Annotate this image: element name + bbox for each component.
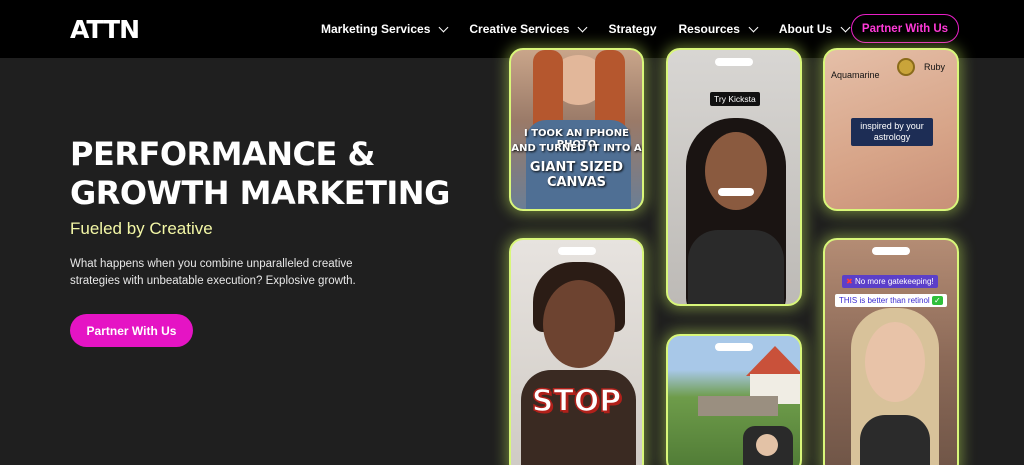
top-shape — [860, 415, 930, 465]
nav-item-label: Strategy — [608, 22, 657, 36]
hero-title: PERFORMANCE & GROWTH MARKETING — [70, 135, 500, 213]
card-label-aquamarine: Aquamarine — [831, 70, 880, 80]
chevron-down-icon — [840, 22, 851, 32]
person-image — [705, 132, 767, 210]
nav-item-label: Resources — [678, 22, 740, 36]
chevron-down-icon — [438, 22, 449, 32]
video-card-stop[interactable]: STOP — [509, 238, 644, 465]
card-tag-retinol: THIS is better than retinol ✓ — [835, 294, 947, 307]
wall-shape — [698, 396, 778, 416]
card-tag-gatekeeping-label: No more gatekeeping! — [854, 277, 934, 286]
card-tag: Try Kicksta — [710, 92, 760, 106]
hero-title-line-2: GROWTH MARKETING — [70, 174, 450, 212]
chevron-down-icon — [748, 22, 759, 32]
card-label-ruby: Ruby — [924, 62, 946, 72]
card-tag-gatekeeping: ✖ No more gatekeeping! — [842, 275, 938, 288]
chevron-down-icon — [578, 22, 588, 32]
nav-item-label: Marketing Services — [321, 22, 431, 36]
ring-icon — [897, 58, 915, 76]
person-image — [865, 322, 925, 402]
nav-item-label: Creative Services — [469, 22, 570, 36]
smile-shape — [718, 188, 754, 196]
partner-with-us-nav-button[interactable]: Partner With Us — [851, 14, 959, 43]
nav-item-strategy[interactable]: Strategy — [608, 22, 656, 36]
card-caption-stop: STOP — [531, 383, 622, 420]
card-caption-line-3: GIANT SIZED CANVAS — [529, 160, 624, 190]
nav-item-creative-services[interactable]: Creative Services — [469, 22, 588, 36]
nav-item-label: About Us — [778, 22, 833, 36]
video-card-retinol[interactable]: ✖ No more gatekeeping! THIS is better th… — [823, 238, 959, 465]
video-card-kicksta[interactable]: Try Kicksta — [666, 48, 802, 306]
hero-description: What happens when you combine unparallel… — [70, 258, 356, 287]
phone-notch — [557, 247, 596, 255]
video-card-outdoor[interactable] — [666, 334, 802, 465]
hero-subtitle: Fueled by Creative — [70, 219, 213, 238]
attn-logo[interactable]: ATTN — [70, 15, 140, 44]
phone-notch — [715, 343, 753, 351]
x-mark-icon: ✖ — [846, 277, 853, 286]
person-image — [543, 280, 615, 368]
card-tag-retinol-label: THIS is better than retinol — [839, 296, 930, 305]
nav-item-resources[interactable]: Resources — [678, 22, 759, 36]
card-caption: inspired by your astrology — [851, 118, 933, 146]
nav-item-about-us[interactable]: About Us — [778, 22, 851, 36]
nav-item-marketing-services[interactable]: Marketing Services — [321, 22, 449, 36]
partner-with-us-hero-button[interactable]: Partner With Us — [70, 314, 193, 347]
shirt-shape — [688, 230, 784, 304]
phone-notch — [715, 58, 753, 66]
video-card-canvas[interactable]: I TOOK AN IPHONE PHOTO AND TURNED IT INT… — [509, 48, 644, 211]
video-card-astrology[interactable]: Aquamarine Ruby inspired by your astrolo… — [823, 48, 959, 211]
checkmark-icon: ✓ — [931, 296, 943, 305]
child-image — [756, 434, 778, 456]
house-roof-shape — [746, 346, 800, 376]
card-caption-line-2: AND TURNED IT INTO A — [511, 143, 642, 154]
hero-title-line-1: PERFORMANCE & — [70, 135, 375, 173]
phone-notch — [872, 247, 910, 255]
